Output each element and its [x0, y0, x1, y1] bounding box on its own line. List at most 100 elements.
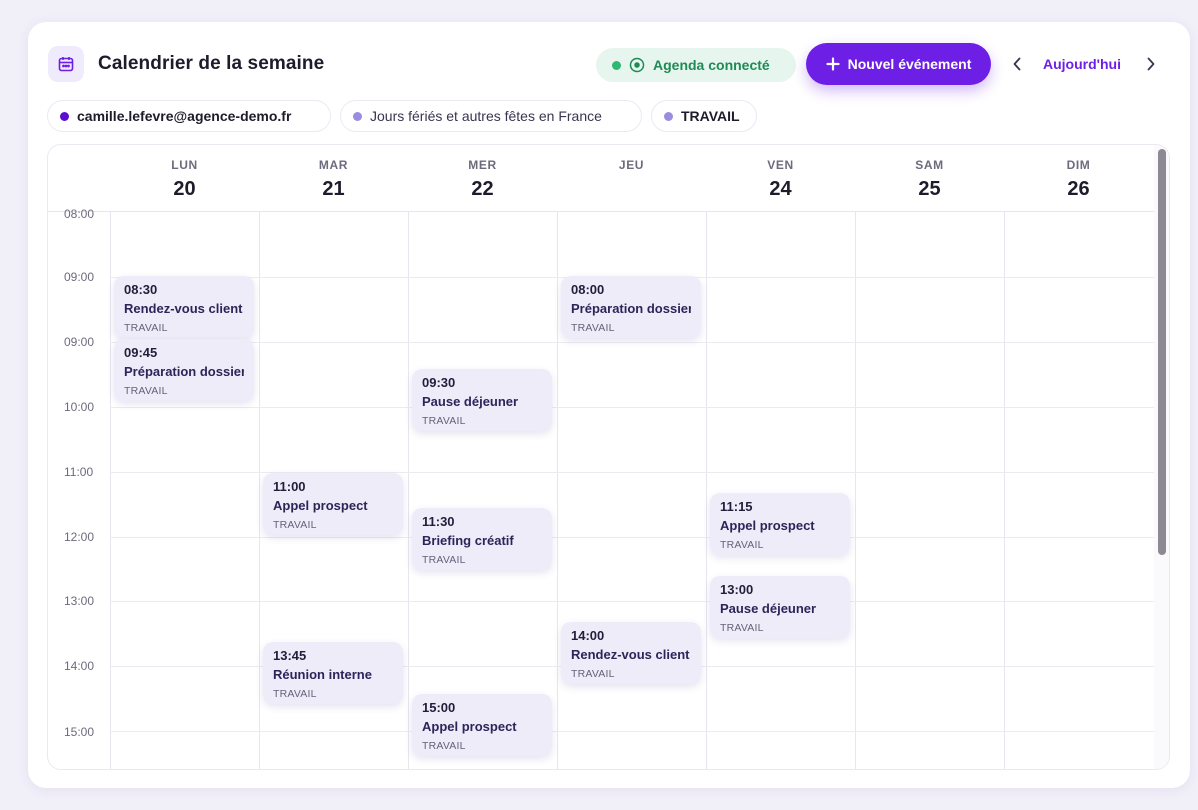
column-divider [855, 211, 856, 769]
event-calendar: TRAVAIL [422, 415, 466, 427]
event-card[interactable]: 09:45 Préparation dossier TRAVAIL [114, 339, 254, 401]
calendar-color-dot [664, 111, 673, 121]
event-time: 11:00 [273, 479, 306, 494]
event-card[interactable]: 13:45 Réunion interne TRAVAIL [263, 642, 403, 704]
calendar-color-dot [60, 111, 69, 121]
event-time: 11:15 [720, 499, 753, 514]
day-number: 25 [918, 178, 941, 200]
time-label: 11:00 [64, 465, 94, 479]
event-card[interactable]: 11:00 Appel prospect TRAVAIL [263, 473, 403, 535]
hour-line [110, 601, 1154, 602]
event-time: 13:00 [720, 582, 754, 597]
column-divider [1004, 211, 1005, 769]
day-header-jeu[interactable]: JEU [557, 145, 706, 211]
event-calendar: TRAVAIL [422, 554, 466, 566]
day-number: 22 [471, 178, 494, 200]
scrollbar-thumb[interactable] [1158, 149, 1166, 555]
event-card[interactable]: 11:15 Appel prospect TRAVAIL [710, 493, 850, 555]
column-divider [557, 211, 558, 769]
day-name: VEN [767, 158, 794, 172]
event-card[interactable]: 08:00 Préparation dossier TRAVAIL [561, 276, 701, 338]
day-name: LUN [171, 158, 198, 172]
event-time: 14:00 [571, 628, 605, 643]
hour-line [110, 731, 1154, 732]
status-label: Agenda connecté [653, 57, 770, 73]
event-title: Rendez-vous client [571, 647, 690, 662]
event-time: 09:30 [422, 375, 456, 390]
event-title: Appel prospect [422, 719, 517, 734]
event-time: 09:45 [124, 345, 158, 360]
chevron-right-icon[interactable] [1139, 52, 1163, 76]
event-time: 08:00 [571, 282, 605, 297]
plus-icon [826, 57, 840, 71]
event-title: Rendez-vous client [124, 301, 243, 316]
day-number: 24 [769, 178, 792, 200]
time-label: 09:00 [64, 270, 95, 284]
time-label: 14:00 [64, 659, 95, 673]
event-calendar: TRAVAIL [124, 322, 168, 334]
event-time: 11:30 [422, 514, 455, 529]
event-calendar: TRAVAIL [124, 385, 168, 397]
week-grid: LUN 20 MAR 21 MER 22 JEU VEN 24 SAM 25 D… [47, 144, 1170, 770]
column-divider [259, 211, 260, 769]
today-button[interactable]: Aujourd'hui [1043, 56, 1121, 72]
day-header-mar[interactable]: MAR 21 [259, 145, 408, 211]
status-dot [612, 60, 621, 70]
event-time: 15:00 [422, 700, 456, 715]
time-label: 12:00 [64, 530, 95, 544]
event-card[interactable]: 08:30 Rendez-vous client TRAVAIL [114, 276, 254, 338]
event-title: Réunion interne [273, 667, 372, 682]
event-calendar: TRAVAIL [422, 740, 466, 752]
event-card[interactable]: 14:00 Rendez-vous client TRAVAIL [561, 622, 701, 684]
event-title: Pause déjeuner [422, 394, 519, 409]
calendar-color-dot [353, 111, 362, 121]
event-calendar: TRAVAIL [571, 668, 615, 680]
calendar-chip-account[interactable]: camille.lefevre@agence-demo.fr [47, 100, 331, 132]
new-event-label: Nouvel événement [847, 56, 972, 72]
calendar-chip-label: camille.lefevre@agence-demo.fr [77, 108, 292, 124]
calendar-chip-label: TRAVAIL [681, 108, 740, 124]
hour-line [110, 472, 1154, 473]
time-label: 13:00 [64, 594, 95, 608]
time-label: 15:00 [64, 725, 95, 739]
day-header-sam[interactable]: SAM 25 [855, 145, 1004, 211]
target-icon [629, 57, 645, 73]
day-name: MAR [318, 158, 349, 172]
event-calendar: TRAVAIL [720, 539, 764, 551]
event-title: Préparation dossier [571, 301, 691, 316]
hour-line [110, 407, 1154, 408]
new-event-button[interactable]: Nouvel événement [806, 43, 991, 85]
event-calendar: TRAVAIL [720, 622, 764, 634]
calendar-chip-label: Jours fériés et autres fêtes en France [370, 108, 602, 124]
event-time: 13:45 [273, 648, 307, 663]
day-number: 21 [322, 178, 345, 200]
time-label: 09:00 [64, 335, 95, 349]
day-header-dim[interactable]: DIM 26 [1004, 145, 1153, 211]
day-header-lun[interactable]: LUN 20 [110, 145, 259, 211]
day-header-ven[interactable]: VEN 24 [706, 145, 855, 211]
column-divider [110, 211, 111, 769]
calendar-icon [48, 46, 84, 82]
event-card[interactable]: 09:30 Pause déjeuner TRAVAIL [412, 369, 552, 431]
calendar-chip-holidays[interactable]: Jours fériés et autres fêtes en France [340, 100, 642, 132]
event-card[interactable]: 15:00 Appel prospect TRAVAIL [412, 694, 552, 756]
event-time: 08:30 [124, 282, 158, 297]
hour-line [110, 342, 1154, 343]
page-title: Calendrier de la semaine [98, 53, 325, 74]
day-name: JEU [618, 158, 645, 172]
calendar-chip-travail[interactable]: TRAVAIL [651, 100, 757, 132]
day-name: DIM [1066, 158, 1091, 172]
event-title: Pause déjeuner [720, 601, 817, 616]
column-divider [408, 211, 409, 769]
event-calendar: TRAVAIL [571, 322, 615, 334]
event-title: Appel prospect [273, 498, 368, 513]
day-number: 26 [1067, 178, 1090, 200]
day-name: MER [468, 158, 497, 172]
chevron-left-icon[interactable] [1005, 52, 1029, 76]
status-badge: Agenda connecté [596, 48, 796, 82]
event-card[interactable]: 13:00 Pause déjeuner TRAVAIL [710, 576, 850, 638]
column-divider [706, 211, 707, 769]
event-card[interactable]: 11:30 Briefing créatif TRAVAIL [412, 508, 552, 570]
event-title: Briefing créatif [422, 533, 514, 548]
day-header-mer[interactable]: MER 22 [408, 145, 557, 211]
